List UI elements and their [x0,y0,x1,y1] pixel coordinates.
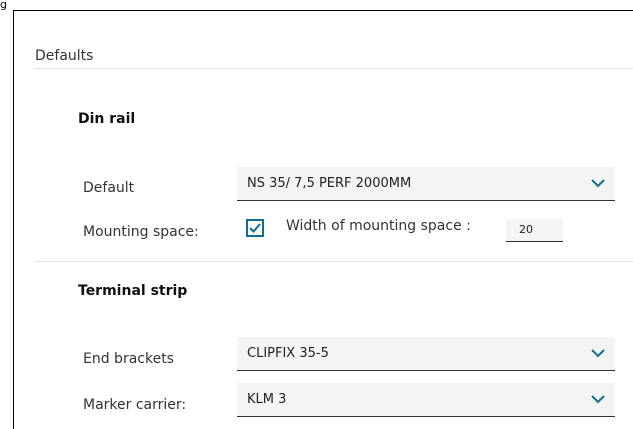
width-of-mounting-space-input[interactable]: 20 [506,219,563,242]
din-rail-default-dropdown[interactable]: NS 35/ 7,5 PERF 2000MM [237,167,615,201]
mounting-space-label: Mounting space: [83,224,199,240]
mounting-space-checkbox[interactable] [246,219,264,237]
end-brackets-label: End brackets [83,351,174,367]
section-divider [35,68,633,69]
chevron-down-icon [591,395,605,404]
chevron-down-icon [591,349,605,358]
end-brackets-value: CLIPFIX 35-5 [247,346,329,361]
end-brackets-dropdown[interactable]: CLIPFIX 35-5 [237,337,615,371]
chevron-down-icon [591,179,605,188]
width-of-mounting-space-label: Width of mounting space : [286,218,471,234]
window-title-fragment: g [0,0,7,10]
checkmark-icon [249,223,261,233]
section-title-defaults: Defaults [35,48,94,64]
marker-carrier-dropdown[interactable]: KLM 3 [237,383,615,417]
group-title-terminal-strip: Terminal strip [78,283,188,299]
marker-carrier-value: KLM 3 [247,392,287,407]
default-label: Default [83,180,135,196]
group-title-din-rail: Din rail [78,111,136,127]
marker-carrier-label: Marker carrier: [83,397,187,413]
group-divider [35,261,633,262]
din-rail-default-value: NS 35/ 7,5 PERF 2000MM [247,176,412,191]
